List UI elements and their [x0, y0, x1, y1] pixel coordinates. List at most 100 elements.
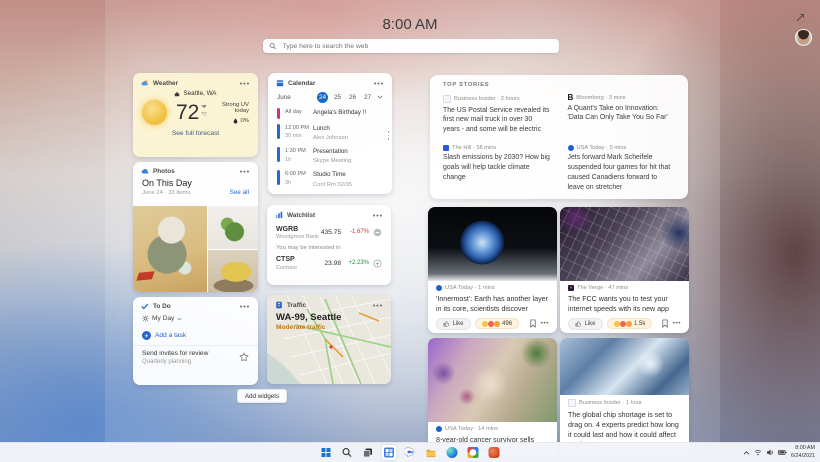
widgets-icon: [384, 447, 395, 458]
more-options-icon[interactable]: •••: [240, 81, 250, 86]
chevron-up-icon[interactable]: [743, 450, 750, 456]
story-meta: The Hill · 58 mins: [452, 145, 496, 151]
card-meta: The Verge · 47 mins: [577, 285, 628, 291]
stock-change: -1.67%: [344, 229, 369, 235]
us-map-photo: [560, 207, 689, 281]
add-task-button[interactable]: + Add a task: [133, 326, 258, 345]
see-all-link[interactable]: See all: [229, 189, 249, 196]
taskbar-search-button[interactable]: [340, 445, 355, 460]
watchlist-icon: [275, 211, 283, 219]
more-options-icon[interactable]: •••: [374, 81, 384, 86]
more-options-icon[interactable]: •••: [240, 304, 250, 309]
photo-thumbnail[interactable]: [208, 250, 258, 293]
reactions-badge[interactable]: 496: [475, 318, 520, 329]
file-explorer-button[interactable]: [424, 445, 439, 460]
calendar-event[interactable]: 1:30 PM1h PresentationSkype Meeting: [277, 147, 383, 166]
more-options-icon[interactable]: •••: [373, 303, 383, 308]
calendar-event[interactable]: 6:00 PM3h Studio TimeConf Rm 32/35: [277, 170, 383, 189]
chat-button[interactable]: [403, 445, 418, 460]
system-tray[interactable]: 8:00 AM 6/24/2021: [743, 443, 815, 462]
bookmark-icon[interactable]: [529, 319, 537, 328]
like-button[interactable]: Like: [568, 318, 603, 330]
todo-list-selector[interactable]: My Day: [133, 312, 258, 326]
card-meta: USA Today · 1 mins: [445, 285, 495, 291]
calendar-date[interactable]: 27: [362, 92, 373, 103]
scrollbar[interactable]: [388, 131, 390, 140]
calendar-date[interactable]: 25: [332, 92, 343, 103]
calendar-event[interactable]: All day Angela's Birthday !!: [277, 108, 383, 119]
news-story[interactable]: The Hill · 58 mins Slash emissions by 20…: [443, 145, 551, 193]
news-story[interactable]: USA Today · 5 mins Jets forward Mark Sch…: [568, 145, 676, 193]
photos-app-button[interactable]: [466, 445, 481, 460]
news-story[interactable]: B Bloomberg · 3 mins A Quant's Take on I…: [568, 95, 676, 135]
news-card[interactable]: ▼ The Verge · 47 mins The FCC wants you …: [560, 207, 689, 333]
photo-thumbnail[interactable]: [133, 206, 207, 292]
traffic-widget[interactable]: Traffic ••• WA-99, Seattle Moderate traf…: [267, 295, 391, 384]
add-widgets-button[interactable]: Add widgets: [237, 389, 287, 403]
search-bar[interactable]: [263, 39, 559, 53]
calendar-month: June: [277, 94, 291, 101]
news-card[interactable]: Business Insider · 1 hour The global chi…: [560, 338, 689, 456]
news-card[interactable]: USA Today · 14 mins 8-year-old cancer su…: [428, 338, 557, 456]
more-options-icon[interactable]: •••: [240, 169, 250, 174]
more-options-icon[interactable]: •••: [373, 213, 383, 218]
reactions-badge[interactable]: 1.5k: [607, 318, 653, 329]
news-card[interactable]: USA Today · 1 mins 'Innermost': Earth ha…: [428, 207, 557, 333]
business-insider-favicon: [443, 95, 451, 103]
todo-task-row[interactable]: Send invites for review Quarterly planni…: [133, 345, 258, 369]
event-color-bar: [277, 108, 280, 119]
the-verge-favicon: ▼: [568, 285, 574, 291]
edge-button[interactable]: [445, 445, 460, 460]
chevron-down-icon[interactable]: [377, 94, 383, 101]
watchlist-stock-row[interactable]: WGRB Woodgrove Bank 435.75 -1.67%: [267, 221, 391, 244]
network-icon[interactable]: [754, 449, 762, 456]
task-view-icon: [363, 447, 374, 458]
chip-lab-photo: [560, 338, 689, 395]
panel-clock: 8:00 AM: [0, 16, 820, 33]
sun-icon: [142, 100, 167, 125]
photo-collage[interactable]: [133, 206, 258, 292]
watchlist-widget[interactable]: Watchlist ••• WGRB Woodgrove Bank 435.75…: [267, 205, 391, 285]
todo-widget[interactable]: To Do ••• My Day + Add a task Send invit…: [133, 297, 258, 385]
photo-thumbnail[interactable]: [208, 206, 258, 249]
traffic-icon: [275, 301, 283, 309]
expand-panel-button[interactable]: [794, 12, 806, 24]
powerpoint-button[interactable]: [487, 445, 502, 460]
calendar-date-selected[interactable]: 24: [317, 92, 328, 103]
emoji-reaction-icon: [482, 321, 488, 327]
see-full-forecast-link[interactable]: See full forecast: [133, 130, 258, 137]
photos-widget[interactable]: Photos ••• On This Day June 24 · 33 item…: [133, 162, 258, 292]
watchlist-suggestion-row[interactable]: CTSP Contoso 23.98 +2.23%: [267, 252, 391, 275]
todo-list-label: My Day: [152, 315, 174, 322]
search-input[interactable]: [281, 42, 553, 51]
news-story[interactable]: Business Insider · 2 hours The US Postal…: [443, 95, 551, 135]
bookmark-icon[interactable]: [661, 319, 669, 328]
calendar-widget[interactable]: Calendar ••• June 24 25 26 27 All day An…: [268, 73, 392, 194]
usa-today-favicon: [436, 285, 442, 291]
more-options-icon[interactable]: •••: [541, 320, 549, 327]
start-button[interactable]: [319, 445, 334, 460]
emoji-reaction-icon: [620, 321, 626, 327]
story-meta: USA Today · 5 mins: [577, 145, 627, 151]
calendar-date[interactable]: 26: [347, 92, 358, 103]
the-hill-favicon: [443, 145, 449, 151]
avatar[interactable]: [795, 29, 812, 46]
search-icon: [342, 447, 353, 458]
photos-meta: June 24 · 33 items: [142, 190, 190, 196]
stock-added-icon[interactable]: [373, 228, 382, 237]
calendar-event[interactable]: 12:00 PM30 min LunchAlex Johnson: [277, 124, 383, 143]
search-icon: [269, 42, 277, 50]
bloomberg-favicon: B: [568, 95, 574, 101]
taskbar-clock[interactable]: 8:00 AM 6/24/2021: [791, 445, 815, 459]
more-options-icon[interactable]: •••: [673, 320, 681, 327]
weather-widget[interactable]: Weather ••• Seattle, WA 72 °F °C Strong …: [133, 73, 258, 157]
star-icon[interactable]: [239, 352, 249, 362]
widget-title: Photos: [153, 168, 175, 175]
battery-icon[interactable]: [778, 449, 787, 456]
event-color-bar: [277, 147, 280, 162]
add-stock-icon[interactable]: [373, 259, 382, 268]
task-view-button[interactable]: [361, 445, 376, 460]
widgets-button[interactable]: [382, 445, 397, 460]
like-button[interactable]: Like: [436, 318, 471, 330]
volume-icon[interactable]: [766, 449, 774, 456]
